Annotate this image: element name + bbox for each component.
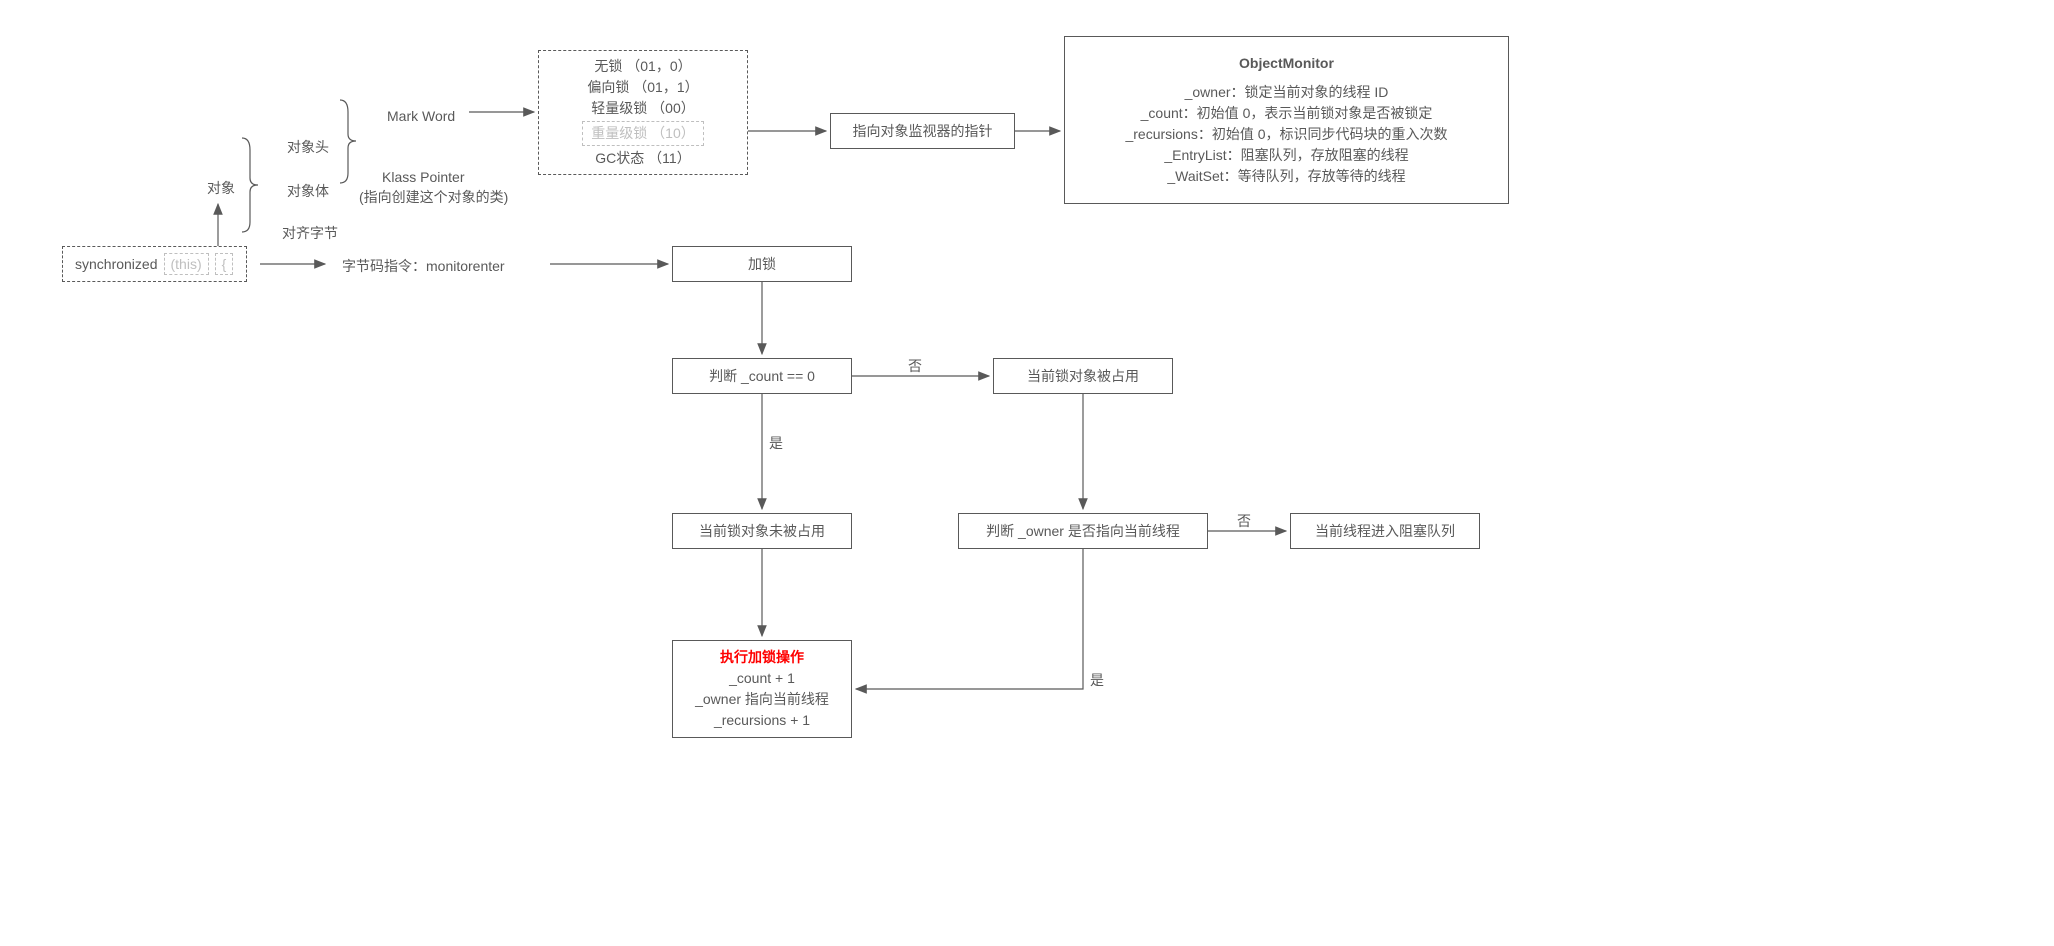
bytecode-label: 字节码指令：monitorenter (330, 250, 517, 283)
om-entrylist: _EntryList：阻塞队列，存放阻塞的线程 (1164, 145, 1408, 166)
monitor-pointer-box: 指向对象监视器的指针 (830, 113, 1015, 149)
enter-block-box: 当前线程进入阻塞队列 (1290, 513, 1480, 549)
mw-biased: 偏向锁 （01，1） (587, 77, 698, 98)
do-lock-l2: _owner 指向当前线程 (695, 689, 829, 710)
check-count-box: 判断 _count == 0 (672, 358, 852, 394)
mw-heavy: 重量级锁 （10） (582, 121, 703, 146)
synchronized-box: synchronized (this) { (62, 246, 247, 282)
do-lock-box: 执行加锁操作 _count + 1 _owner 指向当前线程 _recursi… (672, 640, 852, 738)
object-monitor-title: ObjectMonitor (1239, 53, 1334, 74)
edge-label-yes-2: 是 (1090, 672, 1104, 688)
mw-noLock: 无锁 （01，0） (594, 56, 691, 77)
object-align-label: 对齐字节 (270, 217, 350, 250)
om-owner: _owner：锁定当前对象的线程 ID (1185, 82, 1389, 103)
occupied-box: 当前锁对象被占用 (993, 358, 1173, 394)
object-body-label: 对象体 (275, 175, 341, 208)
lock-box: 加锁 (672, 246, 852, 282)
mw-gc: GC状态 （11） (595, 148, 690, 169)
do-lock-l1: _count + 1 (729, 668, 795, 689)
check-owner-box: 判断 _owner 是否指向当前线程 (958, 513, 1208, 549)
klass-desc-label: (指向创建这个对象的类) (347, 181, 520, 214)
edge-label-no-1: 否 (908, 358, 922, 374)
not-occupied-box: 当前锁对象未被占用 (672, 513, 852, 549)
om-waitset: _WaitSet：等待队列，存放等待的线程 (1167, 166, 1405, 187)
object-root-label: 对象 (195, 172, 247, 205)
mark-word-label: Mark Word (375, 100, 467, 133)
object-monitor-box: ObjectMonitor _owner：锁定当前对象的线程 ID _count… (1064, 36, 1509, 204)
synchronized-kw: synchronized (75, 254, 158, 275)
edge-label-no-2: 否 (1237, 513, 1251, 529)
do-lock-title: 执行加锁操作 (720, 647, 804, 668)
mw-light: 轻量级锁 （00） (591, 98, 694, 119)
synchronized-this: (this) (164, 253, 209, 275)
om-recursions: _recursions：初始值 0，标识同步代码块的重入次数 (1125, 124, 1447, 145)
om-count: _count：初始值 0，表示当前锁对象是否被锁定 (1141, 103, 1433, 124)
do-lock-l3: _recursions + 1 (714, 710, 810, 731)
synchronized-brace: { (215, 253, 234, 275)
object-head-label: 对象头 (275, 131, 341, 164)
edge-label-yes-1: 是 (769, 435, 783, 451)
mark-word-states-box: 无锁 （01，0） 偏向锁 （01，1） 轻量级锁 （00） 重量级锁 （10）… (538, 50, 748, 175)
